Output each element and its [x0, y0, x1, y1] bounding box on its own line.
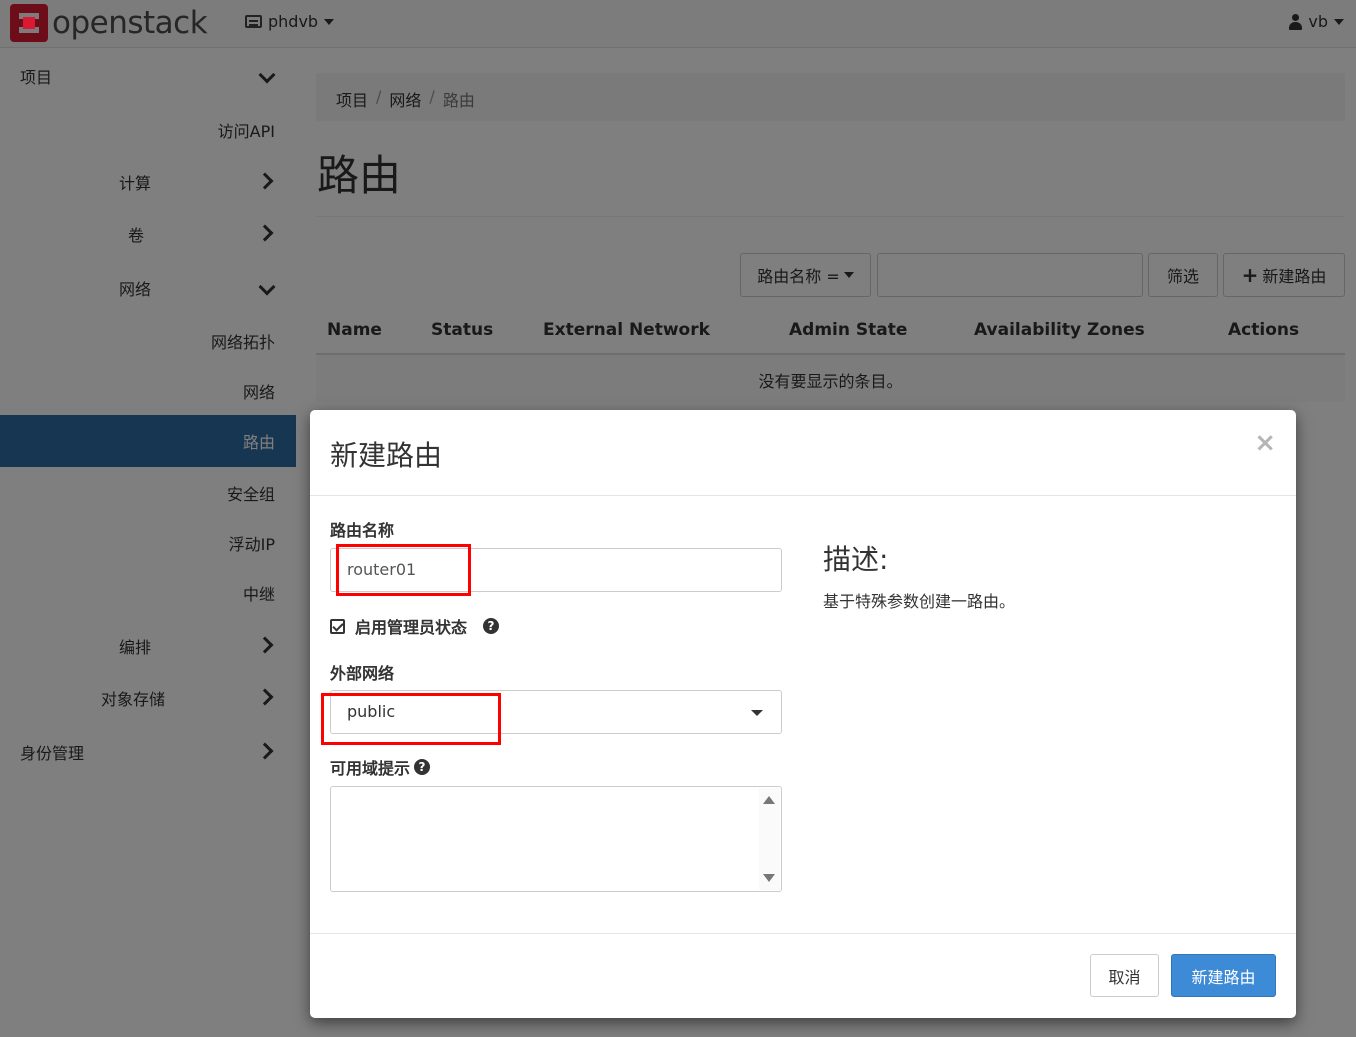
- submit-create-router-button[interactable]: 新建路由: [1171, 954, 1276, 997]
- router-name-label: 路由名称: [330, 521, 395, 540]
- scroll-down-arrow-icon[interactable]: [763, 874, 775, 882]
- divider: [310, 933, 1296, 934]
- caret-down-icon: [751, 710, 763, 716]
- modal-title: 新建路由: [330, 439, 443, 472]
- az-hint-label: 可用域提示: [330, 759, 411, 778]
- external-network-label: 外部网络: [330, 664, 395, 683]
- scroll-up-arrow-icon[interactable]: [763, 796, 775, 804]
- az-hint-listbox[interactable]: [330, 786, 782, 892]
- question-circle-icon[interactable]: ?: [483, 618, 500, 634]
- question-circle-icon[interactable]: ?: [414, 759, 431, 775]
- description-title: 描述:: [823, 543, 889, 576]
- divider: [310, 495, 1296, 496]
- admin-state-row: 启用管理员状态 ?: [330, 614, 500, 638]
- admin-state-label: 启用管理员状态: [355, 618, 468, 637]
- az-hint-label-row: 可用域提示 ?: [330, 755, 431, 779]
- cancel-button[interactable]: 取消: [1090, 954, 1159, 997]
- admin-state-checkbox[interactable]: [330, 618, 345, 634]
- create-router-modal: 新建路由 × 路由名称 router01 启用管理员状态 ? 外部网络 publ…: [310, 410, 1296, 1018]
- highlight-box: [321, 693, 501, 745]
- close-icon[interactable]: ×: [1254, 428, 1276, 458]
- description-text: 基于特殊参数创建一路由。: [823, 592, 1016, 611]
- highlight-box: [336, 544, 471, 596]
